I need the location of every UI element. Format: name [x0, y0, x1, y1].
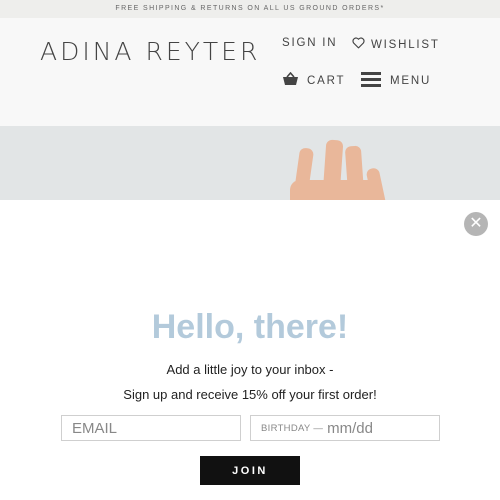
hero-image	[0, 126, 500, 200]
birthday-label: BIRTHDAY —	[261, 422, 324, 434]
menu-label: MENU	[390, 75, 432, 87]
birthday-field[interactable]	[323, 419, 428, 437]
email-field[interactable]	[62, 416, 240, 440]
join-button[interactable]: JOIN	[200, 456, 300, 485]
announcement-bar: FREE SHIPPING & RETURNS ON ALL US GROUND…	[0, 0, 500, 18]
wishlist-link[interactable]: WISHLIST	[352, 37, 440, 52]
popup-subtitle: Add a little joy to your inbox -	[166, 362, 334, 377]
wishlist-label: WISHLIST	[371, 38, 440, 51]
popup-offer-text: Sign up and receive 15% off your first o…	[123, 387, 377, 402]
hamburger-icon	[361, 72, 381, 90]
cart-link[interactable]: CART	[282, 71, 346, 89]
email-field-wrapper	[61, 415, 241, 441]
cart-label: CART	[307, 74, 346, 87]
signup-popup	[0, 200, 500, 500]
close-icon: ✕	[469, 215, 483, 232]
close-popup-button[interactable]: ✕	[464, 212, 488, 236]
menu-button[interactable]: MENU	[361, 72, 431, 90]
popup-heading: Hello, there!	[151, 308, 349, 346]
sign-in-link[interactable]: SIGN IN	[282, 37, 337, 49]
sign-in-label: SIGN IN	[282, 37, 338, 49]
birthday-field-wrapper: BIRTHDAY —	[250, 415, 440, 441]
heart-icon	[352, 37, 365, 52]
basket-icon	[282, 71, 299, 89]
brand-logo[interactable]: ADINA REYTER	[40, 37, 260, 66]
